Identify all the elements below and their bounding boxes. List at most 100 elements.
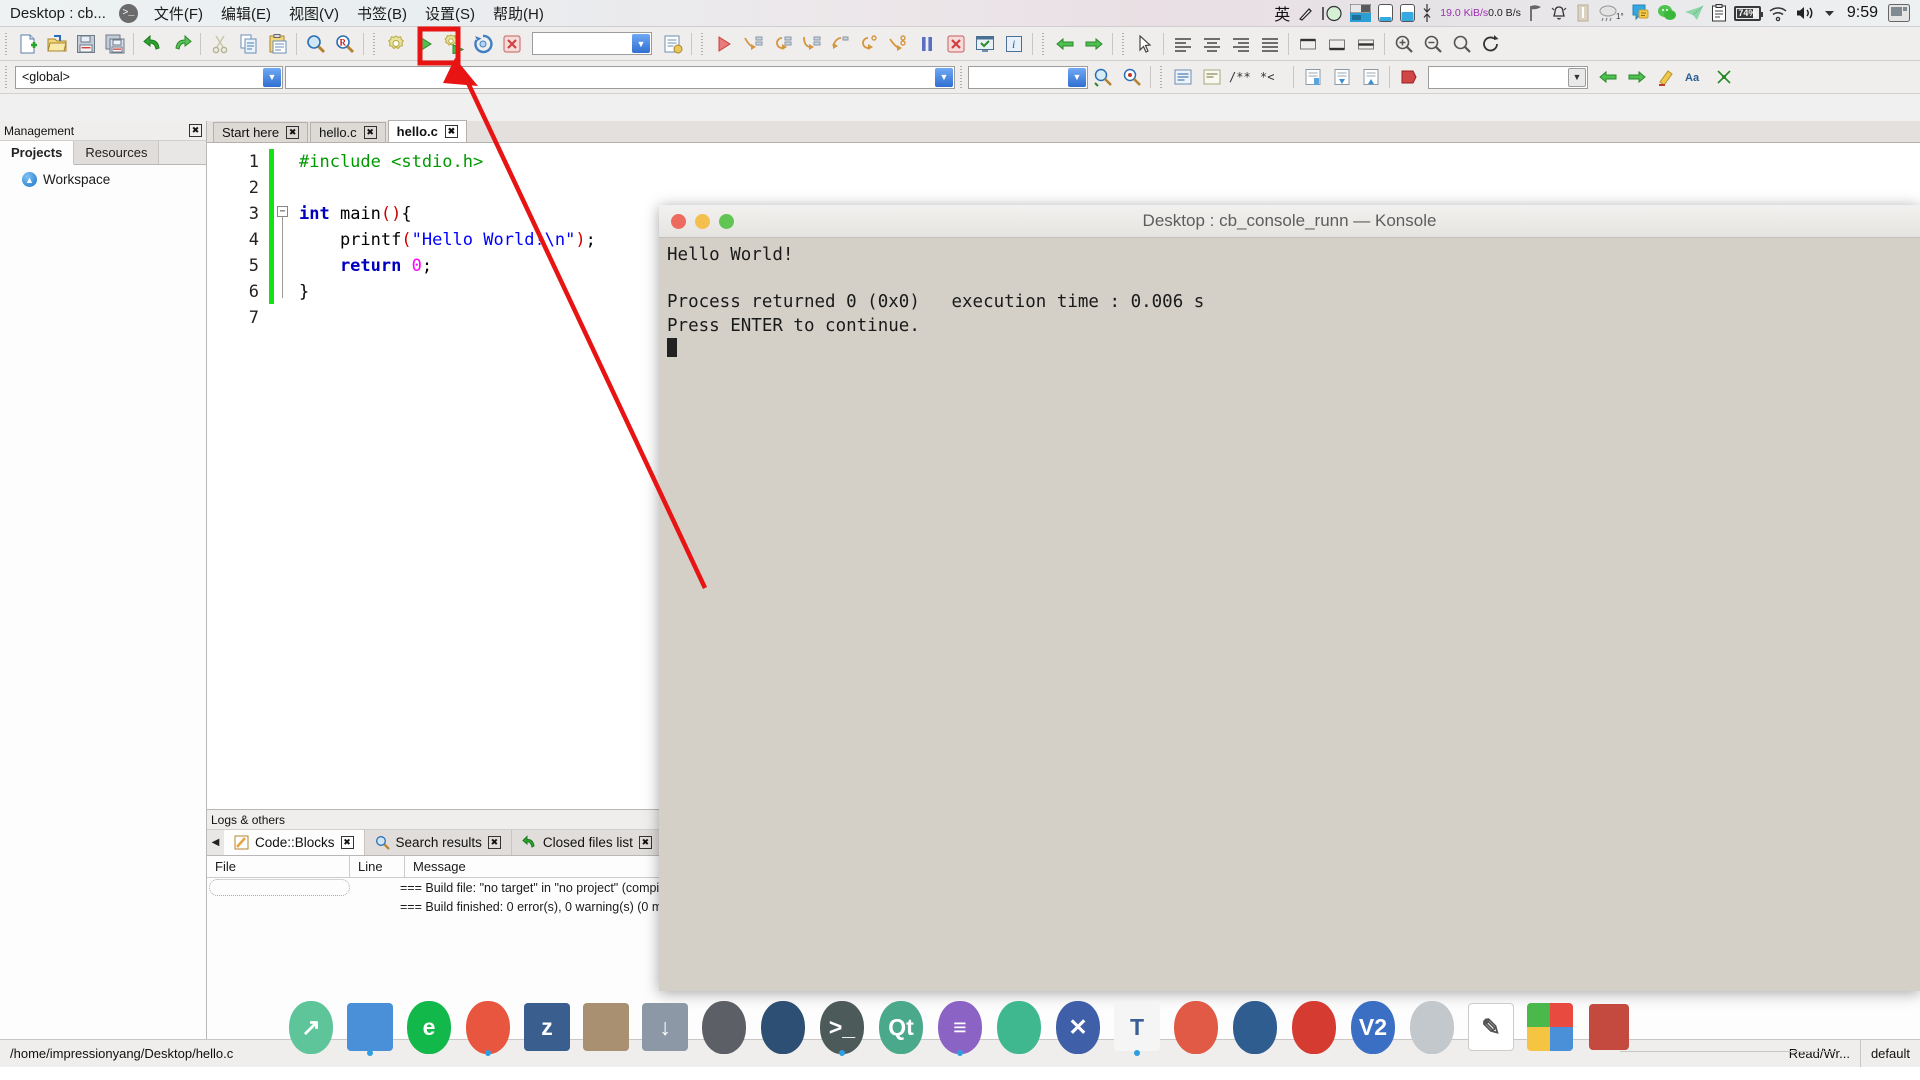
pencil-icon[interactable]: [1575, 2, 1591, 24]
box-top-button[interactable]: [1293, 30, 1322, 57]
tab-resources[interactable]: Resources: [74, 141, 160, 164]
dock-vlc-x[interactable]: ✕: [1054, 1000, 1102, 1055]
menu-view[interactable]: 视图(V): [280, 1, 348, 26]
volume-icon[interactable]: [1795, 2, 1815, 24]
align-left-button[interactable]: [1168, 30, 1197, 57]
chevron-down-icon[interactable]: ▼: [263, 67, 281, 87]
save-all-button[interactable]: [100, 30, 129, 57]
dock-netease[interactable]: [1290, 1000, 1338, 1055]
paste-button[interactable]: [263, 30, 292, 57]
close-icon[interactable]: ✖: [189, 124, 202, 137]
replace-button[interactable]: R: [330, 30, 359, 57]
close-icon[interactable]: ✖: [363, 126, 377, 139]
menu-file[interactable]: 文件(F): [145, 1, 212, 26]
konsole-titlebar[interactable]: Desktop : cb_console_runn — Konsole: [659, 205, 1920, 238]
battery-cell-2-icon[interactable]: [1400, 2, 1416, 24]
highlight-button[interactable]: [1651, 64, 1680, 91]
uncomment-button[interactable]: [1197, 64, 1226, 91]
redo-button[interactable]: [167, 30, 196, 57]
konsole-output[interactable]: Hello World! Process returned 0 (0x0) ex…: [659, 238, 1920, 991]
dock-diamond[interactable]: [1231, 1000, 1279, 1055]
dock-qt[interactable]: Qt: [877, 1000, 925, 1055]
toolbar-grip[interactable]: [1158, 66, 1165, 88]
build-and-run-button[interactable]: [439, 30, 468, 57]
next-result-button[interactable]: [1622, 64, 1651, 91]
copy-button[interactable]: [234, 30, 263, 57]
save-button[interactable]: [71, 30, 100, 57]
konsole-window[interactable]: Desktop : cb_console_runn — Konsole Hell…: [659, 205, 1920, 991]
breakpoint-toggle-button[interactable]: [1394, 64, 1423, 91]
dock-edit-purple[interactable]: ≡: [936, 1000, 984, 1056]
close-icon[interactable]: ✖: [286, 126, 300, 139]
telegram-icon[interactable]: [1684, 2, 1704, 24]
select-tool-button[interactable]: [1130, 30, 1159, 57]
ime-indicator[interactable]: 英: [1274, 2, 1290, 24]
dock-settings[interactable]: [700, 1000, 748, 1055]
toolbar-grip[interactable]: [1040, 32, 1047, 55]
wrap-button[interactable]: [1709, 64, 1738, 91]
box-comment-button[interactable]: *<: [1255, 64, 1289, 91]
debug-next-line-button[interactable]: [738, 30, 767, 57]
debug-step-into-button[interactable]: [767, 30, 796, 57]
circle-status-icon[interactable]: [1321, 2, 1343, 24]
dock-typora[interactable]: T: [1113, 1000, 1161, 1056]
tabs-scroll-left-icon[interactable]: ◀: [207, 830, 224, 855]
fold-toggle-icon[interactable]: −: [277, 206, 288, 217]
dock-wechat-gray[interactable]: [1408, 1000, 1456, 1055]
build-button[interactable]: [381, 30, 410, 57]
toolbar-grip[interactable]: [371, 32, 378, 55]
dock-v2ray[interactable]: V2: [1349, 1000, 1397, 1055]
dock-file-manager[interactable]: [346, 1000, 394, 1056]
dock-downloader[interactable]: ↓: [641, 1000, 689, 1055]
box-bottom-button[interactable]: [1322, 30, 1351, 57]
toolbar-grip[interactable]: [3, 66, 10, 88]
menu-edit[interactable]: 编辑(E): [212, 1, 280, 26]
close-icon[interactable]: ✖: [487, 836, 501, 849]
search-options-button[interactable]: [1117, 64, 1146, 91]
menu-settings[interactable]: 设置(S): [416, 1, 484, 26]
debug-continue-button[interactable]: [709, 30, 738, 57]
editor-tab-hello-c-1[interactable]: hello.c ✖: [310, 122, 386, 142]
dock-trash[interactable]: [1585, 1000, 1633, 1055]
battery-icon[interactable]: 74%: [1733, 2, 1763, 24]
menu-bookmarks[interactable]: 书签(B): [348, 1, 416, 26]
abort-button[interactable]: [497, 30, 526, 57]
nav-back-button[interactable]: [1050, 30, 1079, 57]
comment-button[interactable]: [1168, 64, 1197, 91]
dock-browser-e[interactable]: e: [405, 1000, 453, 1055]
chevron-down-icon[interactable]: ▼: [935, 67, 953, 87]
chevron-down-icon[interactable]: ▼: [1568, 67, 1586, 87]
column-file[interactable]: File: [207, 856, 350, 877]
zoom-out-button[interactable]: [1418, 30, 1447, 57]
scope-combo[interactable]: <global> ▼: [15, 65, 283, 89]
prev-result-button[interactable]: [1593, 64, 1622, 91]
bell-icon[interactable]: [1550, 2, 1568, 24]
editor-tab-hello-c-2[interactable]: hello.c ✖: [387, 120, 467, 142]
dock-chrome[interactable]: [464, 1000, 512, 1056]
log-tab-search-results[interactable]: Search results ✖: [364, 830, 512, 855]
cut-button[interactable]: [205, 30, 234, 57]
pen-icon[interactable]: [1297, 2, 1314, 24]
toolbar-grip[interactable]: [3, 32, 10, 55]
flag-icon[interactable]: [1528, 2, 1543, 24]
nav-forward-button[interactable]: [1079, 30, 1108, 57]
align-justify-button[interactable]: [1255, 30, 1284, 57]
close-icon[interactable]: ✖: [638, 836, 652, 849]
bookmark-toggle-button[interactable]: [1298, 64, 1327, 91]
goto-line-button[interactable]: Aa: [1680, 64, 1709, 91]
dock-apps[interactable]: [1526, 1000, 1574, 1055]
debug-break-button[interactable]: [912, 30, 941, 57]
close-icon[interactable]: ✖: [444, 125, 458, 138]
dock-zotero[interactable]: z: [523, 1000, 571, 1055]
toolbar-grip[interactable]: [699, 32, 706, 55]
align-center-button[interactable]: [1197, 30, 1226, 57]
toolbar-grip[interactable]: [1120, 32, 1127, 55]
dock-audio[interactable]: [759, 1000, 807, 1055]
display-icon[interactable]: [1888, 2, 1910, 24]
tree-item-workspace[interactable]: ▲ Workspace: [0, 165, 206, 187]
new-file-button[interactable]: [13, 30, 42, 57]
clipboard-icon[interactable]: [1711, 2, 1727, 24]
battery-cell-icon[interactable]: [1378, 2, 1394, 24]
bookmark-prev-button[interactable]: [1327, 64, 1356, 91]
tab-projects[interactable]: Projects: [0, 141, 75, 165]
